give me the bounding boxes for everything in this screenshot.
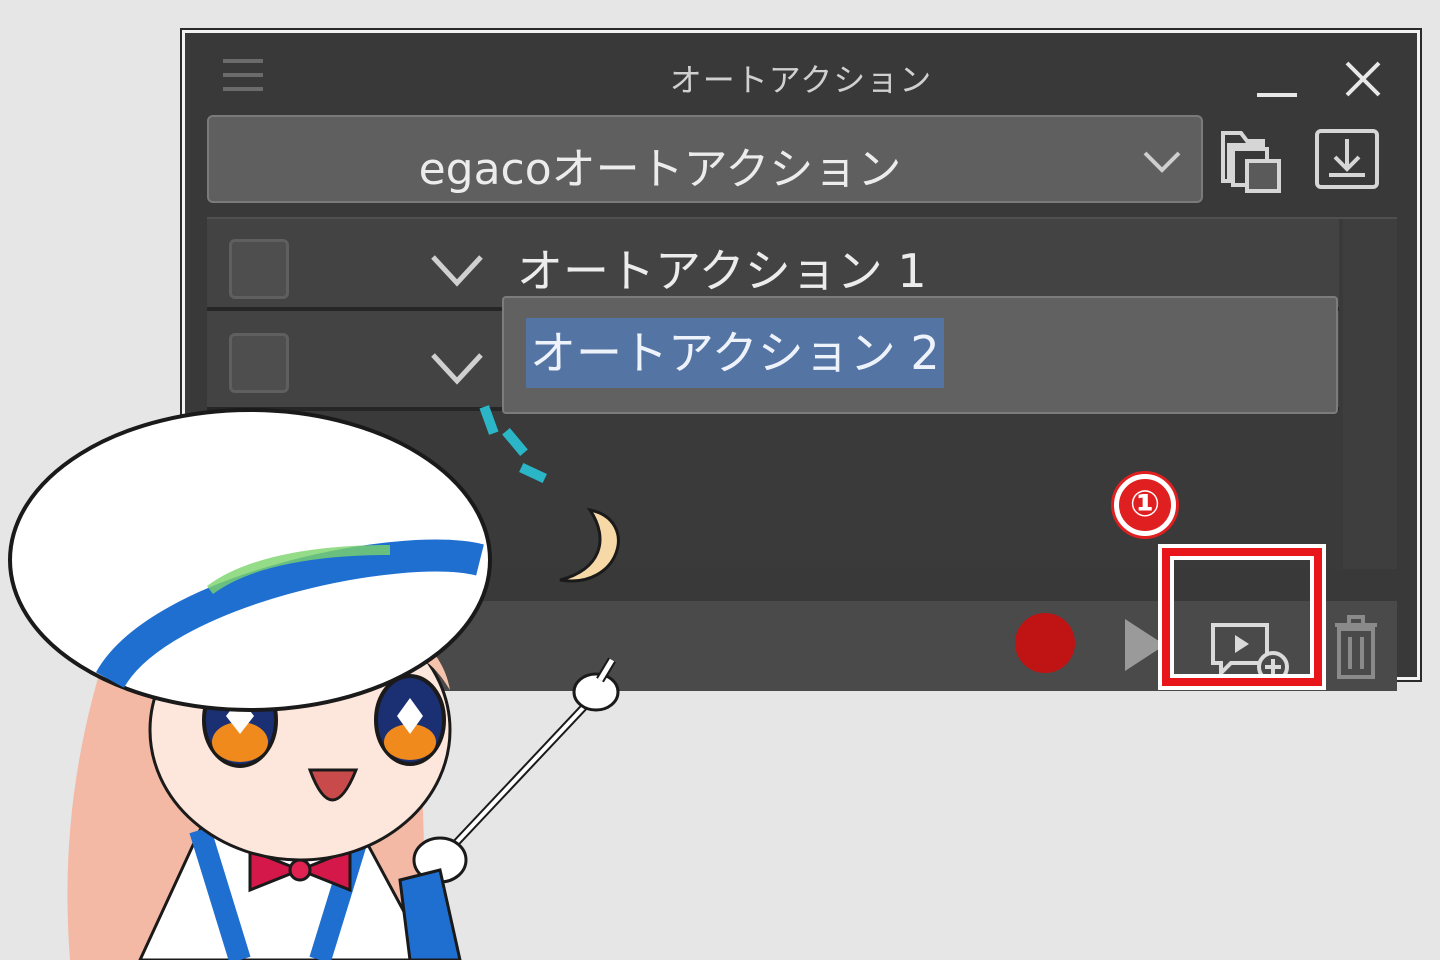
enable-checkbox[interactable] (229, 239, 289, 299)
stage: オートアクション egacoオートアクション オートアクション 1 オートアクシ… (0, 0, 1440, 960)
panel-titlebar: オートアクション (185, 33, 1417, 117)
minimize-icon[interactable] (1257, 67, 1297, 97)
chevron-down-icon[interactable] (429, 247, 485, 293)
chevron-down-icon (1143, 151, 1181, 173)
mascot-illustration (8, 405, 620, 960)
scrollbar[interactable] (1343, 219, 1397, 569)
auto-action-set-dropdown[interactable]: egacoオートアクション (207, 115, 1203, 203)
import-icon[interactable] (1311, 121, 1383, 195)
list-item-label: オートアクション 1 (517, 244, 927, 298)
record-icon[interactable] (1015, 613, 1075, 673)
panel-title: オートアクション (669, 61, 933, 99)
trash-icon[interactable] (1331, 611, 1381, 681)
step-number-badge: ① (1114, 474, 1176, 536)
close-icon[interactable] (1343, 59, 1383, 99)
folder-icon[interactable] (1217, 121, 1289, 195)
auto-action-set-row: egacoオートアクション (207, 113, 1401, 213)
auto-action-set-value: egacoオートアクション (418, 144, 902, 195)
motion-lines-icon (479, 405, 547, 484)
highlight-box (1162, 548, 1322, 686)
